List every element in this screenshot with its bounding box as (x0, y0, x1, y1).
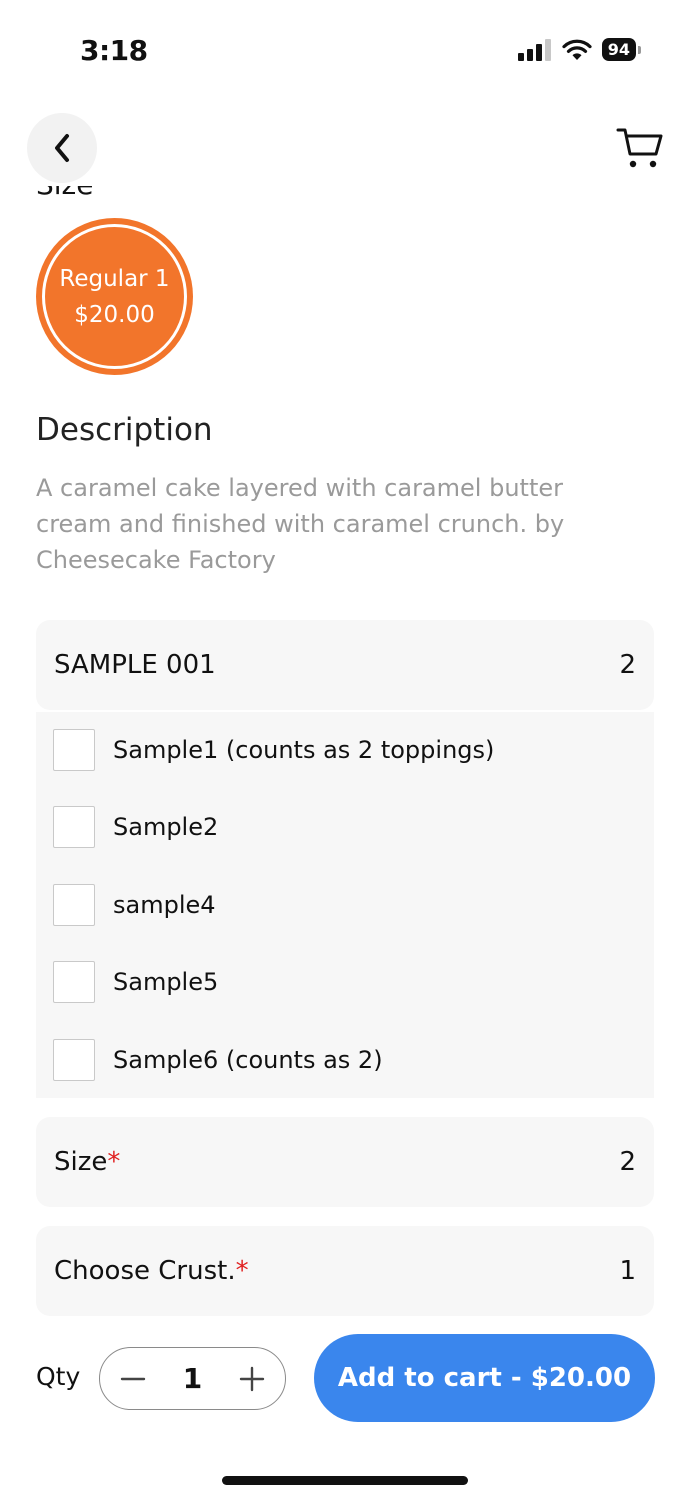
option-row[interactable]: Sample5 (53, 961, 218, 1003)
group-header[interactable]: SAMPLE 001 2 (36, 620, 654, 710)
option-row[interactable]: Sample1 (counts as 2 toppings) (53, 729, 494, 771)
option-row[interactable]: Sample2 (53, 806, 218, 848)
required-mark: * (107, 1147, 121, 1177)
checkbox[interactable] (53, 1039, 95, 1081)
option-label: Sample6 (counts as 2) (113, 1046, 383, 1074)
description-text: A caramel cake layered with caramel butt… (36, 474, 565, 574)
increment-button[interactable] (237, 1364, 267, 1394)
checkbox[interactable] (53, 884, 95, 926)
option-label: Sample2 (113, 813, 219, 841)
option-label: sample4 (113, 891, 216, 919)
group-title: Size (54, 1147, 108, 1177)
chevron-left-icon (55, 134, 69, 162)
status-icons: 94 (517, 38, 642, 61)
group-choose-crust[interactable]: Choose Crust.* 1 (36, 1226, 654, 1316)
wifi-icon (562, 39, 592, 60)
size-section-heading: Size (36, 186, 116, 202)
group-title: Choose Crust. (54, 1256, 236, 1286)
group-count: 1 (619, 1256, 636, 1286)
checkbox[interactable] (53, 729, 95, 771)
size-option-price: $20.00 (74, 301, 155, 328)
minus-icon (120, 1377, 146, 1380)
battery-indicator: 94 (601, 38, 642, 61)
signal-icon (517, 38, 551, 61)
status-bar: 3:18 94 (0, 0, 690, 100)
description-title: Description (36, 412, 213, 448)
home-indicator (222, 1476, 468, 1485)
size-option-name: Regular 1 (59, 265, 170, 292)
group-header[interactable]: Choose Crust.* 1 (36, 1226, 654, 1316)
cart-icon (616, 128, 663, 168)
qty-label: Qty (36, 1362, 81, 1391)
option-list: Sample1 (counts as 2 toppings) Sample2 s… (36, 712, 654, 1098)
group-title-wrap: Choose Crust.* (54, 1256, 249, 1286)
option-label: Sample1 (counts as 2 toppings) (113, 736, 495, 764)
option-row[interactable]: sample4 (53, 884, 216, 926)
add-to-cart-button[interactable]: Add to cart - $20.00 (314, 1334, 655, 1422)
required-mark: * (235, 1256, 249, 1286)
group-sample-001[interactable]: SAMPLE 001 2 (36, 620, 654, 710)
quantity-value: 1 (182, 1362, 203, 1395)
checkbox[interactable] (53, 806, 95, 848)
size-option-text: Regular 1 $20.00 (59, 261, 169, 333)
group-header[interactable]: Size* 2 (36, 1117, 654, 1207)
cart-button[interactable] (614, 120, 666, 176)
plus-icon (239, 1366, 265, 1391)
option-label: Sample5 (113, 968, 219, 996)
group-count: 2 (619, 650, 636, 680)
quantity-stepper[interactable]: 1 (99, 1347, 286, 1410)
group-title: SAMPLE 001 (54, 650, 216, 680)
group-size[interactable]: Size* 2 (36, 1117, 654, 1207)
back-button[interactable] (27, 113, 97, 183)
option-row[interactable]: Sample6 (counts as 2) (53, 1039, 383, 1081)
group-title-wrap: Size* (54, 1147, 120, 1177)
status-time: 3:18 (80, 34, 148, 67)
checkbox[interactable] (53, 961, 95, 1003)
decrement-button[interactable] (118, 1364, 148, 1394)
group-count: 2 (619, 1147, 636, 1177)
size-option-regular[interactable]: Regular 1 $20.00 (36, 218, 193, 375)
